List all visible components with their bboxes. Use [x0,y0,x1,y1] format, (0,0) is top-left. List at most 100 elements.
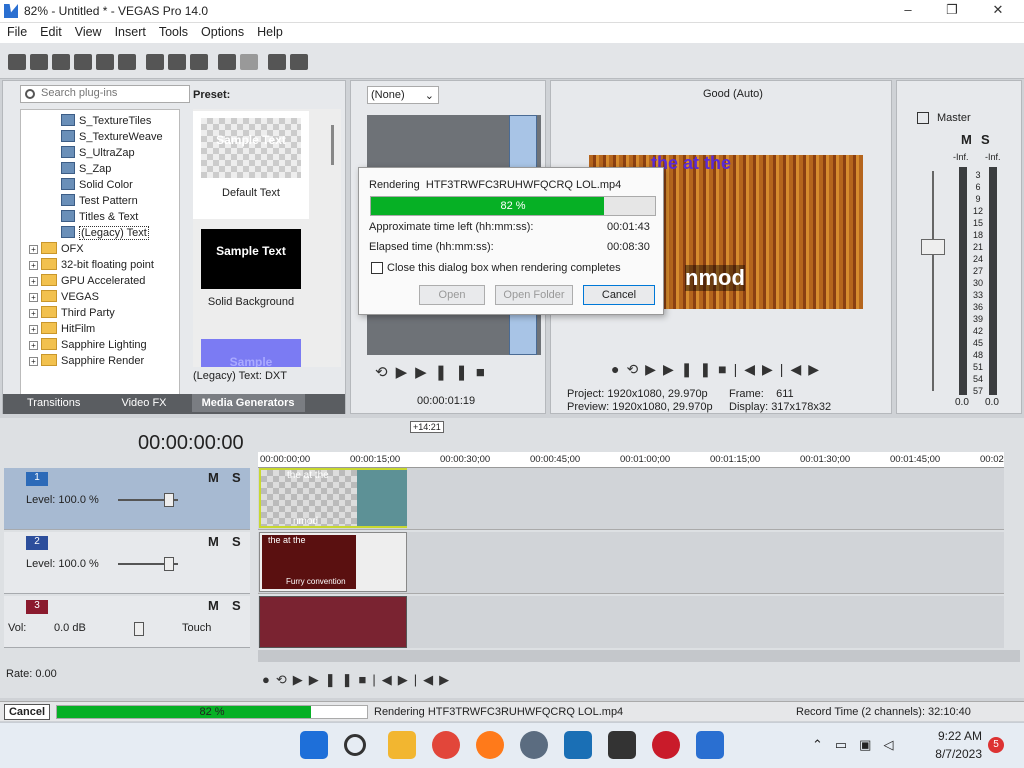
recorder-icon[interactable] [652,731,680,759]
expand-icon[interactable]: + [29,245,38,254]
preset-default-text[interactable]: Sample Text Default Text [193,111,309,219]
tree-item-selected[interactable]: (Legacy) Text [61,225,179,241]
solo-button[interactable]: S [232,470,241,485]
paste-icon[interactable] [190,54,208,70]
close-window-button[interactable]: ✕ [988,2,1008,20]
track-header-2[interactable]: 2 M S Level: 100.0 % [4,532,250,594]
7zip-icon[interactable] [608,731,636,759]
menu-view[interactable]: View [68,23,108,39]
tree-folder[interactable]: + GPU Accelerated [29,273,179,289]
timeline-ruler[interactable]: 00:00:00;00 00:00:15;00 00:00:30;00 00:0… [258,452,1004,468]
tab-media-generators[interactable]: Media Generators [191,394,305,412]
tree-item[interactable]: Test Pattern [61,193,179,209]
tree-folder[interactable]: + Sapphire Render [29,353,179,369]
new-icon[interactable] [8,54,26,70]
tab-transitions[interactable]: Transitions [17,394,90,412]
tree-folder[interactable]: +32-bit floating point [29,257,179,273]
tree-item[interactable]: Solid Color [61,177,179,193]
volume-slider-thumb[interactable] [134,622,144,636]
tree-folder[interactable]: + OFX [29,241,179,257]
maximize-button[interactable]: ❐ [942,2,962,20]
menu-tools[interactable]: Tools [152,23,194,39]
preview-transport[interactable]: ●⟲▶▶❚❚■|◀▶|◀▶ [611,361,826,378]
tree-folder[interactable]: + Sapphire Lighting [29,337,179,353]
automation-mode[interactable]: Touch [182,622,211,634]
notification-badge[interactable]: 5 [988,737,1004,753]
system-tray-icons[interactable]: ⌃▭▣◁ [812,737,905,753]
firefox-icon[interactable] [476,731,504,759]
expand-icon[interactable]: + [29,357,38,366]
level-slider-thumb[interactable] [164,493,174,507]
preview-quality[interactable]: Good (Auto) [703,88,763,100]
track-header-1[interactable]: 1 M S Level: 100.0 % [4,468,250,530]
expand-icon[interactable]: + [29,277,38,286]
expand-icon[interactable]: + [29,261,38,270]
minimize-button[interactable]: – [898,2,918,20]
trimmer-dropdown[interactable]: (None) ⌄ [367,86,439,104]
menu-help[interactable]: Help [250,23,289,39]
track-header-3[interactable]: 3 M S Vol: 0.0 dB Touch [4,596,250,648]
search-input[interactable] [41,87,181,99]
menu-insert[interactable]: Insert [108,23,152,39]
open-button[interactable]: Open [419,285,485,305]
file-explorer-icon[interactable] [388,731,416,759]
expand-icon[interactable]: + [29,325,38,334]
cut-icon[interactable] [146,54,164,70]
tree-folder[interactable]: + VEGAS [29,289,179,305]
undo-icon[interactable] [218,54,236,70]
cancel-render-button[interactable]: Cancel [583,285,655,305]
close-on-complete-checkbox[interactable] [371,262,383,274]
open-folder-button[interactable]: Open Folder [495,285,573,305]
audio-clip[interactable] [259,596,407,648]
expand-icon[interactable]: + [29,341,38,350]
edit-tool-icon[interactable] [268,54,286,70]
start-icon[interactable] [300,731,328,759]
menu-edit[interactable]: Edit [33,23,68,39]
tree-item[interactable]: Titles & Text [61,209,179,225]
solo-button[interactable]: S [981,132,990,147]
tree-folder[interactable]: + HitFilm [29,321,179,337]
cancel-render-status-button[interactable]: Cancel [4,704,50,720]
tree-folder[interactable]: + Third Party [29,305,179,321]
mixer-checkbox[interactable] [917,112,929,124]
copy-icon[interactable] [168,54,186,70]
expand-icon[interactable]: + [29,309,38,318]
mute-button[interactable]: M [208,470,219,485]
tab-video-fx[interactable]: Video FX [111,394,176,412]
clock-date[interactable]: 8/7/2023 [930,747,982,761]
timeline-scrollbar[interactable] [258,650,1020,662]
menu-file[interactable]: File [0,23,33,39]
level-slider-thumb[interactable] [164,557,174,571]
tree-item[interactable]: S_TextureTiles [61,113,179,129]
solo-button[interactable]: S [232,598,241,613]
mute-button[interactable]: M [208,598,219,613]
chrome-icon[interactable] [432,731,460,759]
search-box[interactable] [20,85,190,103]
solo-button[interactable]: S [232,534,241,549]
tree-item[interactable]: S_Zap [61,161,179,177]
timeline-transport[interactable]: ●⟲▶▶❚❚■|◀▶|◀▶ [262,672,455,688]
tree-item[interactable]: S_TextureWeave [61,129,179,145]
mute-button[interactable]: M [208,534,219,549]
redo-icon[interactable] [240,54,258,70]
properties-icon[interactable] [118,54,136,70]
tree-item[interactable]: S_UltraZap [61,145,179,161]
master-fader[interactable] [921,239,945,255]
preset-solid-background[interactable]: Sample Text [201,229,301,289]
help-icon[interactable] [290,54,308,70]
preset-scrollbar[interactable] [331,125,334,165]
save-icon[interactable] [52,54,70,70]
vegas-taskbar-icon[interactable] [696,731,724,759]
video-clip[interactable]: the at the Furry convention [259,532,407,592]
trimmer-transport[interactable]: ⟲▶▶❚❚■ [375,363,493,381]
preset-thumbnail[interactable]: Sample [201,339,301,367]
render-icon[interactable] [96,54,114,70]
expand-icon[interactable]: + [29,293,38,302]
save-as-icon[interactable] [74,54,92,70]
notepad-icon[interactable] [564,731,592,759]
search-taskbar-icon[interactable] [344,734,366,756]
settings-icon[interactable] [520,731,548,759]
mute-button[interactable]: M [961,132,972,147]
open-icon[interactable] [30,54,48,70]
clock-time[interactable]: 9:22 AM [934,729,982,743]
